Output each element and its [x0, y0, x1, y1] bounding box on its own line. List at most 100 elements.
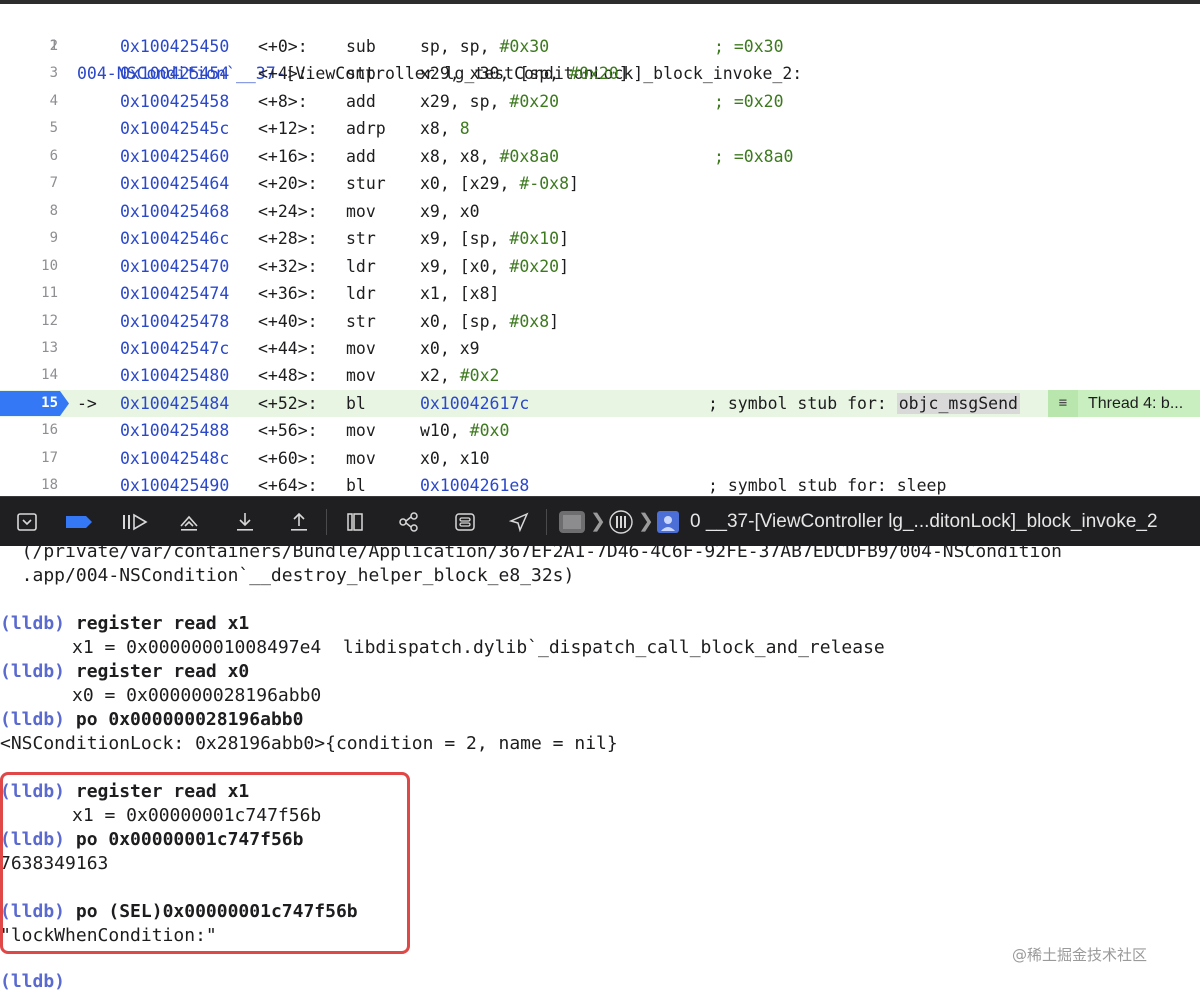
instruction-address: 0x100425464 [120, 174, 230, 194]
line-number: 15 [41, 394, 58, 411]
console-command-line: (lldb) register read x1 [0, 612, 249, 636]
breadcrumb-frame[interactable]: 0 __37-[ViewController lg_...ditonLock]_… [690, 509, 1158, 535]
instruction-operands: x1, [x8] [420, 284, 500, 304]
step-into-icon[interactable] [232, 510, 258, 534]
environment-overrides-icon[interactable] [452, 510, 478, 534]
breakpoints-toggle-icon[interactable] [64, 510, 96, 534]
instruction-mnemonic: add [346, 91, 376, 111]
instruction-operands: x9, [x0, #0x20] [420, 256, 570, 276]
instruction-comment: ; =0x8a0 [714, 146, 794, 166]
disasm-row[interactable]: 4 0x100425458 <+8>: add x29, sp, #0x20 ; =0x2… [0, 88, 1200, 115]
disasm-row[interactable]: 14 0x100425480 <+48>: mov x2, #0x2 [0, 362, 1200, 389]
instruction-offset: <+20>: [258, 174, 318, 194]
line-number: 11 [41, 285, 58, 302]
disasm-row[interactable]: 9 0x10042546c <+28>: str x9, [sp, #0x10] [0, 225, 1200, 252]
console-output-line: (/private/var/containers/Bundle/Applicat… [0, 546, 1063, 562]
instruction-operands: x29, sp, #0x20 [420, 91, 560, 111]
instruction-offset: <+60>: [258, 448, 318, 468]
console-output-line: x0 = 0x000000028196abb0 [72, 685, 322, 706]
instruction-offset: <+24>: [258, 201, 318, 221]
memory-graph-icon[interactable] [396, 510, 422, 534]
instruction-comment: ; symbol stub for: objc_msgSend [708, 392, 1020, 414]
instruction-offset: <+56>: [258, 421, 318, 441]
debug-view-hierarchy-icon[interactable] [342, 510, 368, 534]
instruction-operands: w10, #0x0 [420, 421, 510, 441]
line-number: 3 [49, 65, 58, 82]
instruction-comment: ; =0x20 [714, 91, 784, 111]
menu-icon[interactable]: ≡ [1048, 389, 1078, 417]
instruction-address: 0x10042548c [120, 448, 230, 468]
instruction-address: 0x100425478 [120, 311, 230, 331]
disassembly-view[interactable]: 1 004-NSCondition`__37-[ViewController l… [0, 0, 1200, 496]
console-input-line[interactable]: (lldb) [0, 970, 65, 991]
hide-debug-area-icon[interactable] [14, 510, 40, 534]
disasm-row[interactable]: 17 0x10042548c <+60>: mov x0, x10 [0, 445, 1200, 472]
highlight-annotation-box [0, 772, 410, 954]
line-number: 10 [41, 257, 58, 274]
disasm-row[interactable]: 6 0x100425460 <+16>: add x8, x8, #0x8a0 ; =0x… [0, 143, 1200, 170]
instruction-mnemonic: str [346, 311, 376, 331]
continue-icon[interactable] [120, 510, 150, 534]
breadcrumb-chevron-icon: ❯ [638, 511, 654, 532]
instruction-address: 0x100425454 [120, 64, 230, 84]
instruction-offset: <+64>: [258, 476, 318, 496]
line-number: 12 [41, 312, 58, 329]
instruction-offset: <+44>: [258, 338, 318, 358]
disasm-row[interactable]: 13 0x10042547c <+44>: mov x0, x9 [0, 335, 1200, 362]
instruction-operands: x29, x30, [sp, #0x20] [420, 64, 629, 84]
instruction-operands: x8, x8, #0x8a0 [420, 146, 560, 166]
instruction-mnemonic: ldr [346, 256, 376, 276]
console-command: register read x0 [75, 661, 250, 682]
instruction-address: 0x10042545c [120, 119, 230, 139]
toolbar-divider [546, 509, 547, 535]
line-number: 7 [49, 175, 58, 192]
instruction-offset: <+28>: [258, 229, 318, 249]
disasm-row[interactable]: 7 0x100425464 <+20>: stur x0, [x29, #-0x8] [0, 170, 1200, 197]
disasm-row[interactable]: 8 0x100425468 <+24>: mov x9, x0 [0, 198, 1200, 225]
disasm-row-current[interactable]: -> 15 0x100425484 <+52>: bl 0x10042617c ; symb… [0, 389, 1200, 417]
lldb-prompt: (lldb) [0, 971, 66, 991]
line-number: 5 [49, 120, 58, 137]
disasm-row[interactable]: 11 0x100425474 <+36>: ldr x1, [x8] [0, 280, 1200, 307]
frame-icon[interactable] [656, 510, 680, 534]
disasm-row[interactable]: 5 0x10042545c <+12>: adrp x8, 8 [0, 115, 1200, 142]
toolbar-divider [326, 509, 327, 535]
lldb-console[interactable]: (/private/var/containers/Bundle/Applicat… [0, 546, 1200, 991]
process-icon[interactable] [558, 510, 586, 534]
instruction-offset: <+0>: [258, 37, 308, 56]
instruction-mnemonic: mov [346, 201, 376, 221]
simulate-location-icon[interactable] [506, 510, 532, 534]
instruction-operands: x0, [x29, #-0x8] [420, 174, 579, 194]
line-number: 18 [41, 477, 58, 494]
instruction-offset: <+40>: [258, 311, 318, 331]
instruction-address: 0x10042547c [120, 338, 230, 358]
thread-badge[interactable]: ≡ Thread 4: b... [1048, 389, 1200, 417]
console-command-line: (lldb) register read x0 [0, 660, 249, 684]
step-over-icon[interactable] [176, 510, 202, 534]
disasm-row[interactable]: 12 0x100425478 <+40>: str x0, [sp, #0x8] [0, 308, 1200, 335]
disasm-row[interactable]: 3 0x100425454 <+4>: stp x29, x30, [sp, #0x20… [0, 60, 1200, 87]
instruction-address: 0x100425450 [120, 37, 230, 56]
line-number: 13 [41, 339, 58, 356]
instruction-mnemonic: bl [346, 393, 366, 413]
disasm-row[interactable]: 10 0x100425470 <+32>: ldr x9, [x0, #0x20] [0, 253, 1200, 280]
instruction-operands: 0x1004261e8 [420, 476, 530, 496]
instruction-address: 0x100425470 [120, 256, 230, 276]
console-output-line: .app/004-NSCondition`__destroy_helper_bl… [0, 565, 575, 586]
line-number: 6 [49, 147, 58, 164]
step-out-icon[interactable] [286, 510, 312, 534]
disasm-row[interactable]: 18 0x100425490 <+64>: bl 0x1004261e8 ; symbol… [0, 472, 1200, 496]
thread-icon[interactable] [608, 510, 634, 534]
instruction-operands: x0, [sp, #0x8] [420, 311, 560, 331]
disasm-row[interactable]: 16 0x100425488 <+56>: mov w10, #0x0 [0, 417, 1200, 444]
instruction-mnemonic: mov [346, 338, 376, 358]
pc-arrow: -> [77, 393, 97, 413]
instruction-mnemonic: add [346, 146, 376, 166]
instruction-mnemonic: ldr [346, 284, 376, 304]
instruction-address: 0x10042546c [120, 229, 230, 249]
console-command-line: (lldb) po 0x000000028196abb0 [0, 708, 303, 732]
disasm-row[interactable]: 2 0x100425450 <+0>: sub sp, sp, #0x30 ; =0x30 [0, 33, 1200, 60]
symbol-highlight: objc_msgSend [896, 392, 1020, 414]
instruction-mnemonic: mov [346, 366, 376, 386]
instruction-mnemonic: mov [346, 421, 376, 441]
